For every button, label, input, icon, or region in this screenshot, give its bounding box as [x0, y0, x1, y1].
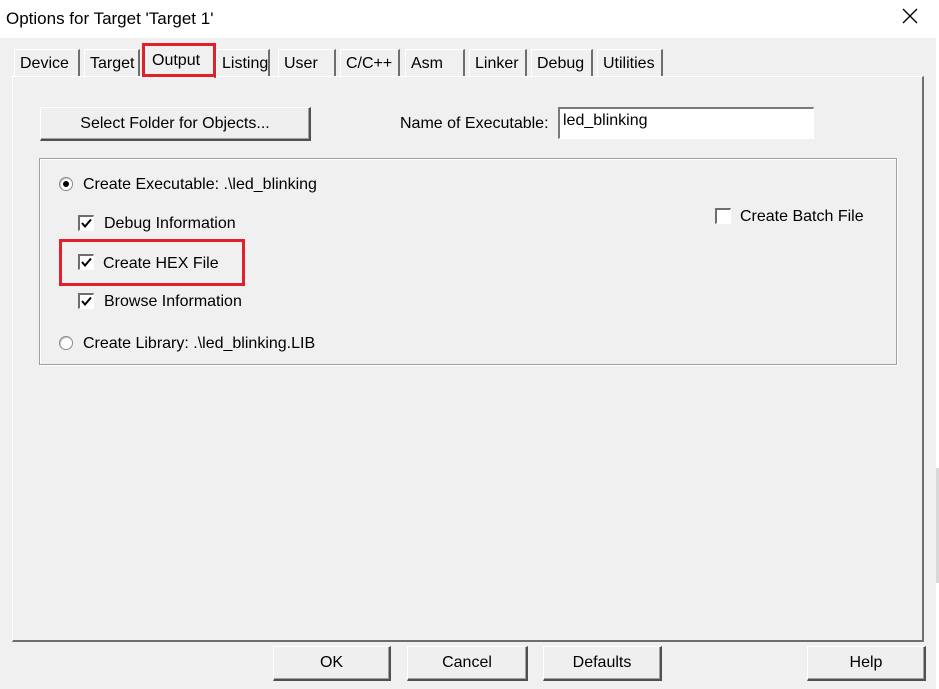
executable-name-input[interactable]: led_blinking — [558, 107, 814, 139]
browse-information-label: Browse Information — [104, 293, 242, 310]
create-library-radio[interactable] — [59, 336, 73, 350]
tab-linker[interactable]: Linker — [469, 49, 527, 76]
checkmark-icon — [81, 296, 92, 307]
tab-label: Utilities — [603, 55, 655, 72]
cancel-label: Cancel — [442, 654, 492, 671]
close-button[interactable] — [888, 2, 932, 34]
help-button[interactable]: Help — [807, 646, 926, 681]
create-library-label: Create Library: .\led_blinking.LIB — [83, 335, 316, 352]
cancel-button[interactable]: Cancel — [407, 646, 528, 681]
tab-asm[interactable]: Asm — [405, 49, 465, 76]
title-bar: Options for Target 'Target 1' — [0, 0, 939, 38]
debug-information-label: Debug Information — [104, 215, 236, 232]
tab-label: User — [284, 55, 318, 72]
debug-information-checkbox[interactable] — [78, 215, 94, 231]
tab-label: Linker — [475, 55, 519, 72]
checkmark-icon — [81, 218, 92, 229]
create-batch-file-label: Create Batch File — [740, 208, 864, 225]
tab-label: Debug — [537, 55, 585, 72]
help-label: Help — [849, 654, 883, 671]
create-executable-radio[interactable] — [59, 177, 73, 191]
tab-label: Target — [90, 55, 135, 72]
browse-information-checkbox[interactable] — [78, 293, 94, 309]
ok-button[interactable]: OK — [273, 646, 391, 681]
window-title: Options for Target 'Target 1' — [6, 9, 214, 28]
name-of-executable-label: Name of Executable: — [400, 115, 549, 132]
select-folder-button[interactable]: Select Folder for Objects... — [40, 107, 311, 141]
close-icon — [902, 8, 918, 29]
tab-target[interactable]: Target — [84, 49, 140, 76]
radio-selected-dot — [63, 181, 69, 187]
select-folder-label: Select Folder for Objects... — [80, 114, 270, 132]
defaults-label: Defaults — [572, 654, 632, 671]
ok-label: OK — [319, 654, 344, 671]
tab-c-cpp[interactable]: C/C++ — [340, 49, 400, 76]
tab-user[interactable]: User — [278, 49, 336, 76]
create-hex-file-checkbox[interactable] — [78, 254, 94, 270]
create-batch-file-checkbox[interactable] — [715, 208, 731, 224]
tab-device[interactable]: Device — [14, 49, 80, 76]
tab-debug[interactable]: Debug — [531, 49, 593, 76]
executable-name-value: led_blinking — [563, 112, 648, 129]
tab-label: C/C++ — [346, 55, 393, 72]
tab-label: Output — [152, 52, 201, 69]
tab-label: Device — [20, 55, 69, 72]
tab-utilities[interactable]: Utilities — [597, 49, 663, 76]
defaults-button[interactable]: Defaults — [543, 646, 662, 681]
tab-label: Listing — [222, 55, 269, 72]
tab-output[interactable]: Output — [146, 45, 216, 78]
create-hex-file-label: Create HEX File — [103, 255, 219, 272]
tab-listing[interactable]: Listing — [216, 49, 270, 76]
create-executable-label: Create Executable: .\led_blinking — [83, 176, 317, 193]
checkmark-icon — [81, 257, 92, 268]
tab-label: Asm — [411, 55, 443, 72]
